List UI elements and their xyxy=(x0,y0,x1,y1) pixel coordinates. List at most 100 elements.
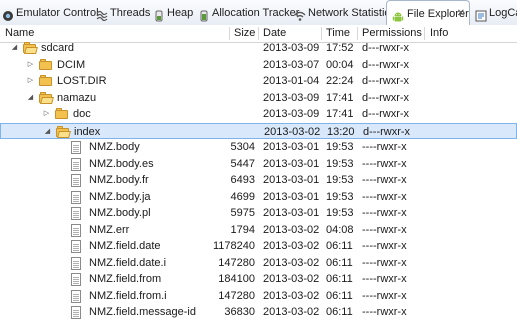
item-date: 2013-03-01 xyxy=(263,174,320,186)
folder-row[interactable]: ▷ LOST.DIR 2013-01-04 22:24 d---rwxr-x xyxy=(0,73,517,90)
item-name: NMZ.body.es xyxy=(89,157,154,170)
tab-logcat[interactable]: LogCa xyxy=(475,0,517,25)
column-divider[interactable] xyxy=(357,27,358,40)
item-permissions: d---rwxr-x xyxy=(362,42,410,54)
file-row[interactable]: NMZ.field.from 184100 2013-03-02 06:11 ----r… xyxy=(0,271,517,288)
folder-open-icon xyxy=(23,42,38,54)
item-time: 19:53 xyxy=(326,141,354,153)
file-row[interactable]: NMZ.body.fr 6493 2013-03-01 19:53 ----rwxr-x xyxy=(0,172,517,189)
folder-row[interactable]: ▷ DCIM 2013-03-07 00:04 d---rwxr-x xyxy=(0,57,517,74)
collapse-arrow-icon[interactable]: ◢ xyxy=(43,124,52,141)
item-name: DCIM xyxy=(57,58,86,71)
view-tab-bar: Emulator Control Threads Heap Allocation… xyxy=(0,0,517,26)
item-date: 2013-03-01 xyxy=(263,157,320,170)
tab-heap[interactable]: Heap xyxy=(153,0,193,25)
tab-threads[interactable]: Threads xyxy=(96,0,151,25)
collapse-arrow-icon[interactable]: ◢ xyxy=(26,90,35,107)
folder-icon xyxy=(39,58,53,71)
item-permissions: ----rwxr-x xyxy=(362,306,407,318)
item-name: NMZ.field.date.i xyxy=(89,256,167,269)
threads-icon xyxy=(96,6,108,22)
item-date: 2013-03-01 xyxy=(263,207,320,219)
column-divider[interactable] xyxy=(424,27,425,40)
item-time: 06:11 xyxy=(326,289,353,302)
file-row[interactable]: NMZ.err 1794 2013-03-02 04:08 ----rwxr-x xyxy=(0,222,517,239)
item-permissions: ----rwxr-x xyxy=(362,240,407,252)
item-permissions: d---rwxr-x xyxy=(362,75,410,87)
file-row[interactable]: NMZ.body.ja 4699 2013-03-01 19:53 ----rwxr-x xyxy=(0,189,517,206)
item-permissions: ----rwxr-x xyxy=(362,289,407,302)
folder-row[interactable]: ◢ sdcard 2013-03-09 17:52 d---rwxr-x xyxy=(0,40,517,57)
expand-arrow-icon[interactable]: ▷ xyxy=(42,106,51,123)
file-row[interactable]: NMZ.field.date 1178240 2013-03-02 06:11 ----… xyxy=(0,238,517,255)
item-size: 5304 xyxy=(230,141,255,153)
item-permissions: ----rwxr-x xyxy=(362,273,407,285)
expand-arrow-icon[interactable]: ▷ xyxy=(26,73,35,90)
file-row[interactable]: NMZ.body 5304 2013-03-01 19:53 ----rwxr-x xyxy=(0,139,517,156)
item-date: 2013-03-09 xyxy=(263,91,320,104)
tab-label: Allocation Tracker xyxy=(212,7,300,19)
item-size: 5447 xyxy=(230,157,255,170)
file-icon xyxy=(71,207,81,220)
item-time: 06:11 xyxy=(326,256,353,269)
item-size: 36830 xyxy=(224,306,255,318)
tab-file-explorer[interactable]: File Explorer ✕ xyxy=(386,0,470,25)
item-name: NMZ.field.message-id xyxy=(89,306,196,318)
column-divider[interactable] xyxy=(321,27,322,40)
folder-open-icon xyxy=(56,125,71,138)
emulator-control-icon xyxy=(2,6,14,21)
column-divider[interactable] xyxy=(258,27,259,40)
folder-row[interactable]: ▷ doc 2013-03-09 17:41 d---rwxr-x xyxy=(0,106,517,123)
item-time: 19:53 xyxy=(326,207,354,219)
file-row[interactable]: NMZ.field.message-id 36830 2013-03-02 06:11… xyxy=(0,304,517,321)
file-row[interactable]: NMZ.field.date.i 147280 2013-03-02 06:11 ---… xyxy=(0,255,517,272)
item-name: doc xyxy=(73,108,91,120)
item-time: 17:41 xyxy=(326,91,354,104)
item-date: 2013-03-09 xyxy=(263,42,320,54)
file-icon xyxy=(71,223,81,237)
item-permissions: ----rwxr-x xyxy=(362,141,407,153)
item-size: 184100 xyxy=(218,273,255,285)
column-divider[interactable] xyxy=(229,27,230,40)
logcat-icon xyxy=(475,6,487,22)
item-size: 147280 xyxy=(218,256,255,269)
folder-open-icon xyxy=(39,91,54,104)
item-size: 1178240 xyxy=(212,240,255,252)
folder-row[interactable]: ◢ index 2013-03-02 13:20 d---rwxr-x xyxy=(0,122,517,141)
item-date: 2013-03-02 xyxy=(263,223,320,236)
item-time: 19:53 xyxy=(326,174,354,186)
file-row[interactable]: NMZ.body.es 5447 2013-03-01 19:53 ----rwxr-x xyxy=(0,156,517,173)
item-time: 06:11 xyxy=(326,273,353,285)
expand-arrow-icon[interactable]: ▷ xyxy=(26,57,35,74)
item-name: NMZ.field.from xyxy=(89,273,162,285)
folder-row[interactable]: ◢ namazu 2013-03-09 17:41 d---rwxr-x xyxy=(0,90,517,107)
collapse-arrow-icon[interactable]: ◢ xyxy=(10,40,19,57)
file-icon xyxy=(71,289,81,303)
item-time: 19:53 xyxy=(326,190,354,203)
file-icon xyxy=(71,240,81,253)
item-size: 4699 xyxy=(230,190,255,203)
item-permissions: ----rwxr-x xyxy=(362,207,407,219)
item-date: 2013-03-02 xyxy=(263,256,320,269)
tab-emulator-control[interactable]: Emulator Control xyxy=(2,0,99,25)
item-name: namazu xyxy=(57,91,97,104)
item-size: 147280 xyxy=(218,289,255,302)
item-permissions: d---rwxr-x xyxy=(362,58,410,71)
item-name: sdcard xyxy=(41,42,75,54)
item-name: NMZ.err xyxy=(89,223,130,236)
file-row[interactable]: NMZ.field.from.i 147280 2013-03-02 06:11 ---… xyxy=(0,288,517,305)
item-date: 2013-03-02 xyxy=(263,273,320,285)
tab-label: Threads xyxy=(110,7,151,19)
tab-network-statistics[interactable]: Network Statistics xyxy=(294,0,395,25)
tab-allocation-tracker[interactable]: Allocation Tracker xyxy=(198,0,299,25)
item-time: 13:20 xyxy=(327,125,355,138)
file-icon xyxy=(71,256,81,270)
file-row[interactable]: NMZ.body.pl 5975 2013-03-01 19:53 ----rwxr-x xyxy=(0,205,517,222)
item-name: index xyxy=(74,125,101,138)
close-tab-icon[interactable]: ✕ xyxy=(457,1,465,25)
item-date: 2013-03-02 xyxy=(263,289,320,302)
item-size: 6493 xyxy=(230,174,255,186)
item-date: 2013-03-02 xyxy=(263,240,320,252)
file-tree-table: ◢ sdcard 2013-03-09 17:52 d---rwxr-x ▷ DCIM 201… xyxy=(0,40,517,321)
item-date: 2013-03-07 xyxy=(263,58,320,71)
